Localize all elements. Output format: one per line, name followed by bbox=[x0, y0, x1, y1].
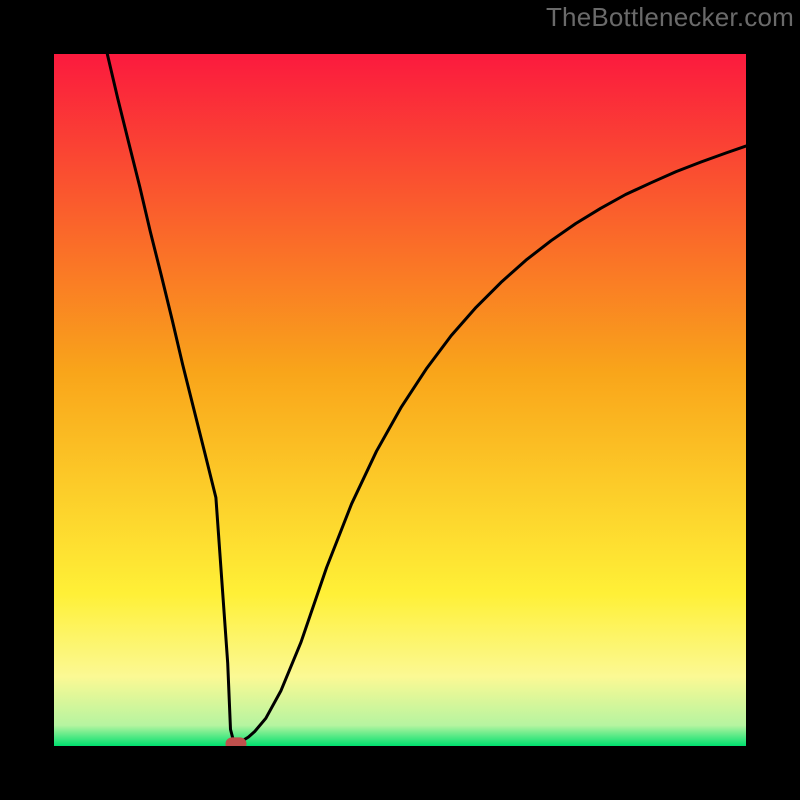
chart-stage: TheBottlenecker.com bbox=[0, 0, 800, 800]
watermark-label: TheBottlenecker.com bbox=[546, 2, 794, 33]
chart-svg bbox=[0, 0, 800, 800]
chart-background bbox=[54, 54, 746, 746]
